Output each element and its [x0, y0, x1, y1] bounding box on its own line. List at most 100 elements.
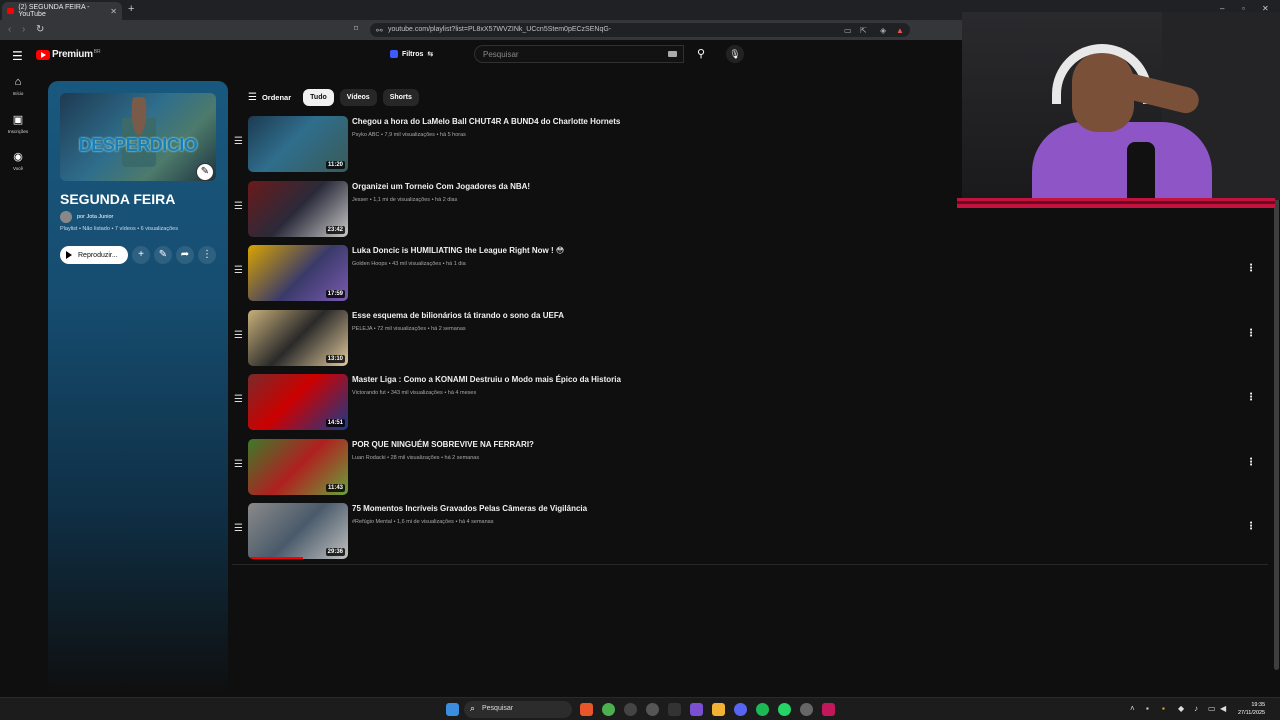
- browser-tab[interactable]: (2) SEGUNDA FEIRA - YouTube ✕: [2, 2, 122, 20]
- settings-icon[interactable]: [800, 703, 813, 716]
- streaming-app-icon[interactable]: [822, 703, 835, 716]
- playlist-video-row[interactable]: ☰ 17:59 Luka Doncic is HUMILIATING the Lea…: [232, 241, 1268, 306]
- video-channel[interactable]: Psyko ABC: [352, 132, 380, 138]
- video-channel[interactable]: Golden Hoops: [352, 261, 387, 267]
- windows-start-icon[interactable]: [446, 703, 459, 716]
- playlist-video-row[interactable]: ☰ 14:51 Master Liga : Como a KONAMI Destru…: [232, 370, 1268, 435]
- video-channel[interactable]: Jesser: [352, 197, 368, 203]
- chrome-icon[interactable]: [602, 703, 615, 716]
- video-channel[interactable]: Luan Rodacki: [352, 455, 386, 461]
- video-thumbnail[interactable]: 23:42: [248, 180, 348, 237]
- video-age: há 4 semanas: [458, 519, 494, 525]
- sort-button[interactable]: ☰ Ordenar: [248, 92, 291, 103]
- steam-icon[interactable]: [624, 703, 637, 716]
- chip-videos[interactable]: Vídeos: [339, 89, 377, 106]
- taskbar-search[interactable]: Pesquisar: [464, 701, 572, 718]
- video-title[interactable]: Organizei um Torneio Com Jogadores da NB…: [352, 182, 530, 191]
- playlist-video-row[interactable]: ☰ 13:10 Esse esquema de bilionários tá tir…: [232, 306, 1268, 371]
- edit-icon[interactable]: ✎: [154, 246, 172, 264]
- brave-shield-icon[interactable]: ◈: [880, 26, 886, 35]
- thumbnail-text: DESPERDICIO: [78, 135, 198, 155]
- video-title[interactable]: Luka Doncic is HUMILIATING the League Ri…: [352, 246, 564, 255]
- play-all-button[interactable]: Reproduzir...: [60, 246, 128, 264]
- video-thumbnail[interactable]: 14:51: [248, 374, 348, 430]
- nav-home[interactable]: ⌂ Início: [0, 76, 36, 113]
- video-title[interactable]: POR QUE NINGUÉM SOBREVIVE NA FERRARI?: [352, 440, 534, 449]
- video-channel[interactable]: PELEJA: [352, 326, 372, 332]
- video-title[interactable]: Chegou a hora do LaMelo Ball CHUT4R A BU…: [352, 117, 620, 126]
- url-input[interactable]: ⚯ youtube.com/playlist?list=PL8xX57WVZIN…: [370, 23, 910, 37]
- more-icon[interactable]: ⋮: [198, 246, 216, 264]
- playlist-video-row[interactable]: ☰ 29:36 75 Momentos Incríveis Gravados Pel…: [232, 499, 1268, 564]
- new-tab-icon[interactable]: +: [128, 3, 134, 15]
- video-title[interactable]: Esse esquema de bilionários tá tirando o…: [352, 311, 564, 320]
- share-icon[interactable]: ➦: [176, 246, 194, 264]
- nav-subscriptions[interactable]: ▣ Inscrições: [0, 113, 36, 150]
- more-actions-icon[interactable]: ⋮: [1246, 457, 1256, 468]
- nav-you[interactable]: ◉ Você: [0, 150, 36, 187]
- more-actions-icon[interactable]: ⋮: [1246, 328, 1256, 339]
- nav-you-label: Você: [12, 166, 23, 171]
- brave-icon[interactable]: [580, 703, 593, 716]
- tray-chevron-icon[interactable]: ˄: [1130, 704, 1135, 713]
- video-channel[interactable]: #Refúgio Mental: [352, 519, 392, 525]
- edit-thumbnail-icon[interactable]: ✎: [196, 163, 214, 181]
- microphone-icon[interactable]: 🎙: [726, 45, 744, 63]
- tray-shield-icon[interactable]: ◆: [1178, 704, 1184, 713]
- chip-all[interactable]: Tudo: [303, 89, 334, 106]
- search-icon[interactable]: ⚲: [686, 45, 716, 63]
- filters-button[interactable]: Filtros ⇆: [384, 47, 439, 61]
- playlist-video-row[interactable]: ☰ 11:43 POR QUE NINGUÉM SOBREVIVE NA FERRA…: [232, 435, 1268, 500]
- screen-icon[interactable]: ▭: [844, 26, 852, 35]
- more-actions-icon[interactable]: ⋮: [1246, 263, 1256, 274]
- forward-icon[interactable]: ›: [22, 24, 25, 35]
- video-title[interactable]: 75 Momentos Incríveis Gravados Pelas Câm…: [352, 504, 587, 513]
- discord-icon[interactable]: [734, 703, 747, 716]
- playlist-owner[interactable]: por Jota Junior: [60, 211, 113, 223]
- video-duration: 17:59: [325, 290, 345, 298]
- bookmark-icon[interactable]: ⌑: [354, 24, 358, 33]
- search-input[interactable]: Pesquisar: [474, 45, 684, 63]
- back-icon[interactable]: ‹: [8, 24, 11, 35]
- app-icon[interactable]: [668, 703, 681, 716]
- add-icon[interactable]: +: [132, 246, 150, 264]
- drag-handle-icon[interactable]: ☰: [234, 459, 243, 470]
- drag-handle-icon[interactable]: ☰: [234, 394, 243, 405]
- share-icon[interactable]: ⇱: [860, 26, 867, 35]
- more-actions-icon[interactable]: ⋮: [1246, 392, 1256, 403]
- keyboard-icon[interactable]: [668, 51, 677, 57]
- tray-mic-icon[interactable]: ♪: [1194, 704, 1198, 713]
- playlist-thumbnail[interactable]: DESPERDICIO: [60, 93, 216, 181]
- file-explorer-icon[interactable]: [712, 703, 725, 716]
- video-channel[interactable]: Victorando fut: [352, 390, 386, 396]
- drag-handle-icon[interactable]: ☰: [234, 136, 243, 147]
- whatsapp-icon[interactable]: [778, 703, 791, 716]
- spotify-icon[interactable]: [756, 703, 769, 716]
- video-thumbnail[interactable]: 13:10: [248, 309, 348, 366]
- reload-icon[interactable]: ↻: [36, 24, 44, 35]
- tray-folder-icon[interactable]: ▪: [1162, 704, 1165, 713]
- chip-shorts[interactable]: Shorts: [382, 89, 419, 106]
- video-thumbnail[interactable]: 29:36: [248, 503, 348, 559]
- video-thumbnail[interactable]: 11:20: [248, 116, 348, 172]
- video-title[interactable]: Master Liga : Como a KONAMI Destruiu o M…: [352, 375, 621, 384]
- rewards-icon[interactable]: ▲: [896, 26, 904, 35]
- twitch-icon[interactable]: [690, 703, 703, 716]
- tab-close-icon[interactable]: ✕: [110, 7, 117, 16]
- drag-handle-icon[interactable]: ☰: [234, 523, 243, 534]
- drag-handle-icon[interactable]: ☰: [234, 201, 243, 212]
- youtube-logo[interactable]: Premium BR: [36, 49, 101, 60]
- video-thumbnail[interactable]: 11:43: [248, 438, 348, 495]
- more-actions-icon[interactable]: ⋮: [1246, 521, 1256, 532]
- drag-handle-icon[interactable]: ☰: [234, 330, 243, 341]
- video-thumbnail[interactable]: 17:59: [248, 245, 348, 301]
- drag-handle-icon[interactable]: ☰: [234, 265, 243, 276]
- tray-app-icon[interactable]: ▪: [1146, 704, 1149, 713]
- taskbar-clock[interactable]: 19:35 27/11/2025: [1238, 701, 1265, 717]
- menu-icon[interactable]: ☰: [12, 49, 23, 63]
- tray-volume-icon[interactable]: ◀: [1220, 704, 1226, 713]
- clock-date: 27/11/2025: [1238, 710, 1266, 716]
- site-info-icon[interactable]: ⚯: [376, 26, 383, 35]
- tray-display-icon[interactable]: ▭: [1208, 704, 1216, 713]
- obs-icon[interactable]: [646, 703, 659, 716]
